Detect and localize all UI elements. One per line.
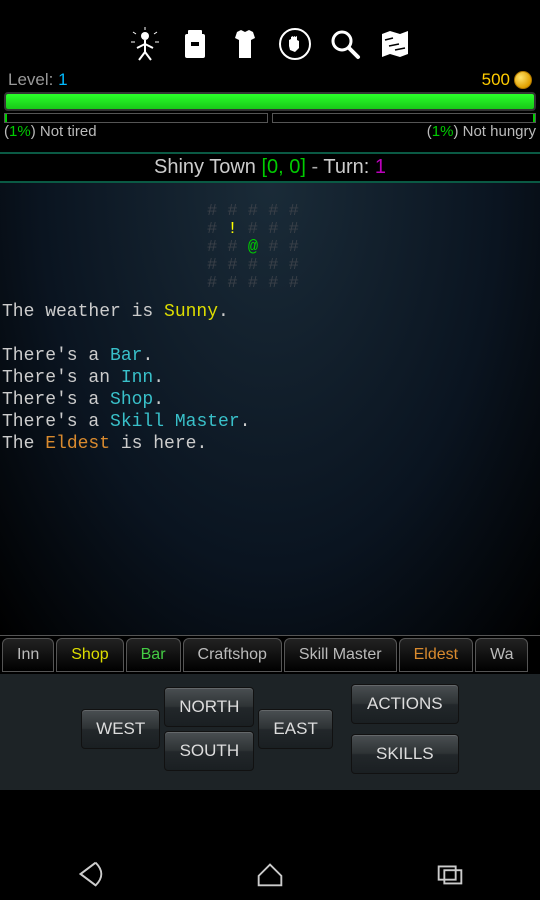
tab-skill-master[interactable]: Skill Master — [284, 638, 397, 672]
inventory-icon[interactable] — [177, 26, 213, 67]
turn-label: Turn: — [323, 156, 369, 178]
tab-shop[interactable]: Shop — [56, 638, 123, 672]
recent-icon[interactable] — [433, 857, 467, 896]
hungry-label: Not hungry — [463, 123, 536, 140]
gold-value: 500 — [482, 70, 510, 90]
tired-pct: 1% — [9, 123, 31, 140]
map-icon[interactable] — [377, 26, 413, 67]
town-name: Shiny Town — [154, 156, 256, 178]
button-area: WEST NORTH SOUTH EAST ACTIONS SKILLS — [0, 674, 540, 790]
tab-wa[interactable]: Wa — [475, 638, 528, 672]
info-row: Level: 1 500 — [0, 69, 540, 90]
coin-icon — [514, 71, 532, 89]
turn-value: 1 — [375, 156, 386, 178]
skills-button[interactable]: SKILLS — [351, 734, 459, 774]
east-button[interactable]: EAST — [258, 709, 332, 749]
tab-craftshop[interactable]: Craftshop — [183, 638, 282, 672]
description-block: The weather is Sunny. There's a Bar. The… — [0, 293, 540, 455]
ascii-map: # # # # # # ! # # # # # @ # # # # # # # … — [0, 183, 540, 293]
tab-bar[interactable]: Bar — [126, 638, 181, 672]
hp-bar — [4, 92, 536, 111]
main-area: # # # # # # ! # # # # # @ # # # # # # # … — [0, 183, 540, 635]
hand-icon[interactable] — [277, 26, 313, 67]
tired-label: Not tired — [40, 123, 97, 140]
search-icon[interactable] — [327, 26, 363, 67]
home-icon[interactable] — [253, 857, 287, 896]
west-button[interactable]: WEST — [81, 709, 160, 749]
location-title: Shiny Town [0, 0] - Turn: 1 — [0, 152, 540, 183]
tab-inn[interactable]: Inn — [2, 638, 54, 672]
level-value: 1 — [58, 70, 67, 89]
character-icon[interactable] — [127, 26, 163, 67]
hungry-bar — [272, 113, 536, 123]
level-label: Level: — [8, 70, 53, 89]
tired-bar — [4, 113, 268, 123]
top-icon-bar — [0, 24, 540, 69]
status-labels: (1%) Not tired (1%) Not hungry — [0, 123, 540, 140]
hungry-pct: 1% — [432, 123, 454, 140]
hp-fill — [6, 94, 534, 109]
tab-eldest[interactable]: Eldest — [399, 638, 473, 672]
armor-icon[interactable] — [227, 26, 263, 67]
location-tabs: InnShopBarCraftshopSkill MasterEldestWa — [0, 635, 540, 674]
direction-cluster: WEST NORTH SOUTH EAST — [81, 684, 333, 774]
coords: [0, 0] — [261, 156, 305, 178]
back-icon[interactable] — [73, 857, 107, 896]
south-button[interactable]: SOUTH — [164, 731, 254, 771]
android-status-bar — [0, 0, 540, 24]
android-nav-bar — [0, 852, 540, 900]
gold-display: 500 — [482, 70, 532, 90]
north-button[interactable]: NORTH — [164, 687, 254, 727]
actions-button[interactable]: ACTIONS — [351, 684, 459, 724]
